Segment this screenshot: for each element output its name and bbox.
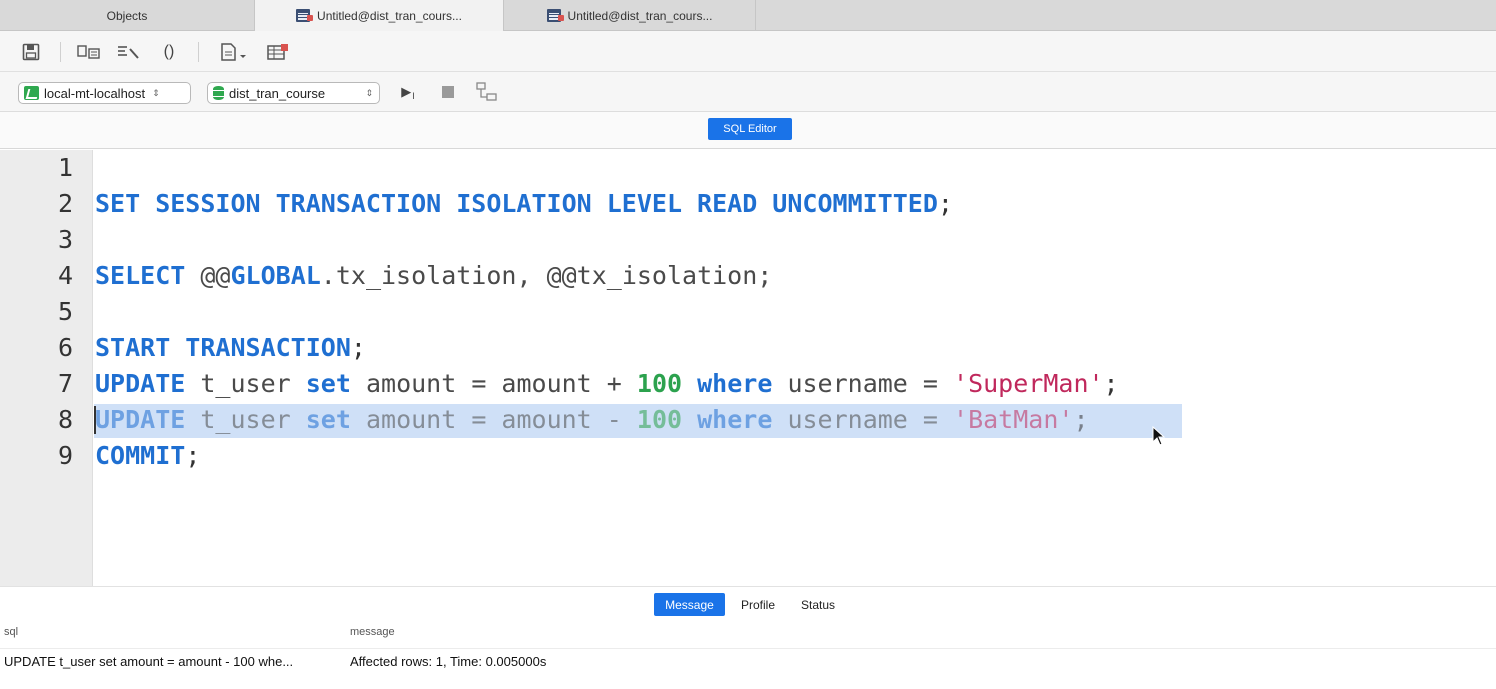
code-line: 2 SET SESSION TRANSACTION ISOLATION LEVE… (0, 186, 1496, 222)
database-select[interactable]: dist_tran_course ⇕ (207, 82, 380, 104)
tab-query-active[interactable]: Untitled@dist_tran_cours... (254, 0, 504, 31)
line-number: 7 (57, 369, 73, 398)
tab-objects-label: Objects (106, 8, 148, 23)
format-icon[interactable] (76, 41, 102, 63)
column-header-message[interactable]: message (350, 626, 395, 638)
database-icon (213, 86, 224, 100)
line-number: 1 (57, 153, 73, 182)
explain-icon (476, 82, 497, 101)
code-text: SET SESSION TRANSACTION ISOLATION LEVEL … (95, 189, 953, 218)
sql-editor-button[interactable]: SQL Editor (708, 118, 792, 140)
chevron-updown-icon: ⇕ (152, 87, 160, 98)
explain-button[interactable] (474, 81, 500, 103)
line-number: 2 (57, 189, 73, 218)
code-line-selected: 8 UPDATE t_user set amount = amount - 10… (0, 402, 1496, 438)
query-table-icon (296, 9, 314, 22)
run-cursor-icon: I (412, 91, 415, 101)
line-number: 3 (57, 225, 73, 254)
run-button[interactable]: ▶ I (393, 81, 423, 103)
code-text: UPDATE t_user set amount = amount + 100 … (95, 369, 1119, 398)
stop-button[interactable] (437, 81, 459, 103)
line-number: 8 (57, 405, 73, 434)
tab-query-active-label: Untitled@dist_tran_cours... (317, 8, 462, 23)
line-number: 4 (57, 261, 73, 290)
code-text: SELECT @@GLOBAL.tx_isolation, @@tx_isola… (95, 261, 773, 290)
code-text: COMMIT; (95, 441, 201, 470)
code-line: 4 SELECT @@GLOBAL.tx_isolation, @@tx_iso… (0, 258, 1496, 294)
mouse-cursor-icon (1152, 426, 1166, 446)
table-row[interactable]: UPDATE t_user set amount = amount - 100 … (0, 648, 1496, 672)
code-text: UPDATE t_user set amount = amount - 100 … (95, 405, 1089, 434)
code-text: START TRANSACTION; (95, 333, 366, 362)
tab-objects[interactable]: Objects (0, 0, 254, 31)
chevron-updown-icon: ⇕ (365, 87, 373, 98)
database-select-value: dist_tran_course (229, 85, 326, 101)
tab-query-inactive-label: Untitled@dist_tran_cours... (567, 8, 713, 23)
connection-select[interactable]: local-mt-localhost ⇕ (18, 82, 191, 104)
code-line: 5 (0, 294, 1496, 330)
text-caret (94, 406, 96, 434)
snippet-icon[interactable] (218, 41, 250, 63)
tab-bar: Objects Untitled@dist_tran_cours... Unti… (0, 0, 1496, 31)
code-line: 1 (0, 150, 1496, 186)
line-number: 9 (57, 441, 73, 470)
tab-status[interactable]: Status (793, 593, 843, 616)
query-table-icon (546, 9, 564, 22)
connection-select-value: local-mt-localhost (44, 85, 146, 101)
sql-editor[interactable]: 1 2 SET SESSION TRANSACTION ISOLATION LE… (0, 150, 1496, 586)
tab-query-inactive[interactable]: Untitled@dist_tran_cours... (504, 0, 756, 31)
tab-message[interactable]: Message (654, 593, 725, 616)
save-icon[interactable] (20, 41, 42, 63)
code-line: 6 START TRANSACTION; (0, 330, 1496, 366)
play-icon: ▶ (401, 84, 412, 99)
column-header-sql[interactable]: sql (4, 626, 18, 638)
connection-toolbar: local-mt-localhost ⇕ dist_tran_course ⇕ … (0, 72, 1496, 112)
connection-icon (24, 86, 39, 100)
line-number: 6 (57, 333, 73, 362)
code-line: 7 UPDATE t_user set amount = amount + 10… (0, 366, 1496, 402)
stop-icon (442, 86, 454, 98)
editor-toolbar: () (0, 31, 1496, 72)
cell-message: Affected rows: 1, Time: 0.005000s (350, 654, 547, 669)
result-tab-bar: Message Profile Status (0, 586, 1496, 622)
beautify-icon[interactable] (116, 41, 142, 63)
cell-sql: UPDATE t_user set amount = amount - 100 … (4, 654, 294, 669)
code-line: 9 COMMIT; (0, 438, 1496, 474)
result-grid: sql message UPDATE t_user set amount = a… (0, 622, 1496, 689)
tab-profile[interactable]: Profile (733, 593, 783, 616)
parentheses-icon[interactable]: () (156, 41, 182, 63)
code-line: 3 (0, 222, 1496, 258)
editor-mode-bar: SQL Editor (0, 112, 1496, 149)
line-number: 5 (57, 297, 73, 326)
table-icon[interactable] (266, 41, 290, 63)
